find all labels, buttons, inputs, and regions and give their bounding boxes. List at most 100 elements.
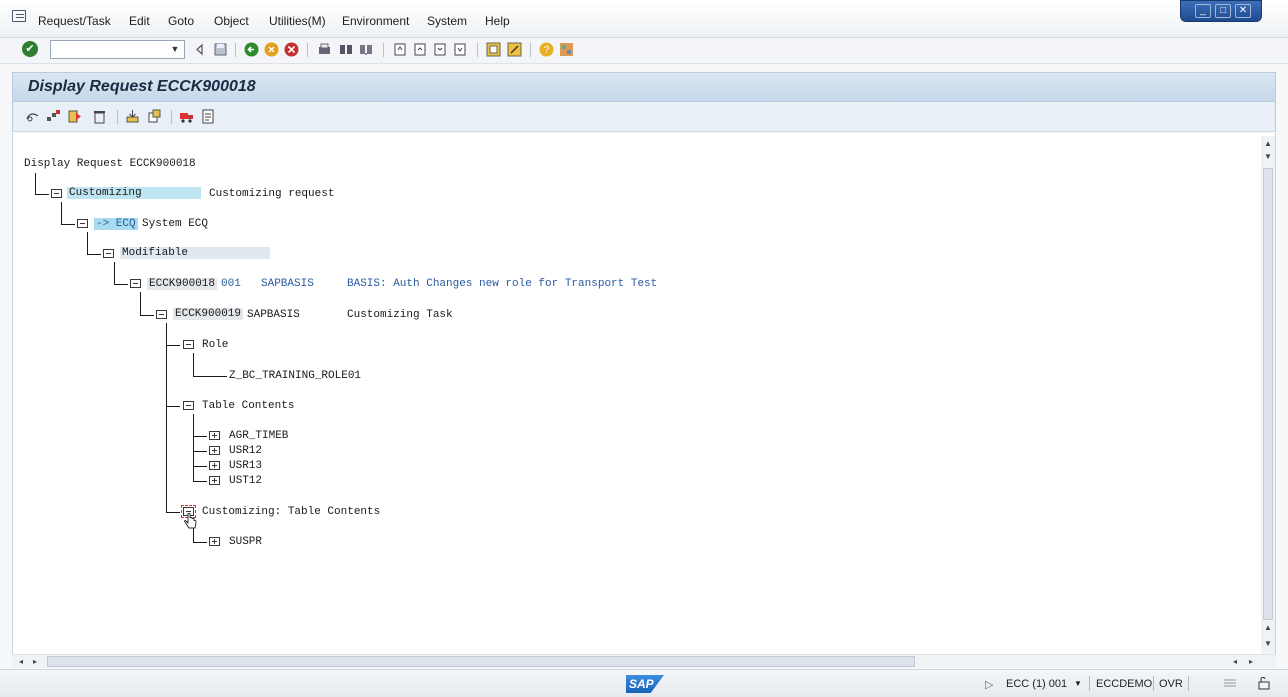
object-list-icon[interactable]: [147, 109, 162, 124]
vertical-scroll-thumb[interactable]: [1263, 168, 1273, 620]
display-change-icon[interactable]: [25, 109, 40, 124]
tree-connector: [35, 194, 49, 195]
previous-page-icon[interactable]: [412, 41, 429, 58]
hand-cursor-icon: [184, 513, 197, 529]
menu-request-task[interactable]: Request/Task: [38, 14, 111, 30]
tree-connector: [193, 376, 227, 377]
expand-node-icon[interactable]: [209, 461, 220, 470]
menu-utilities[interactable]: Utilities(M): [269, 14, 326, 30]
tree-node-customizing[interactable]: Customizing: [67, 187, 201, 199]
tree-node-task-id[interactable]: ECCK900019: [173, 308, 244, 320]
expand-node-icon[interactable]: [209, 476, 220, 485]
status-expand-icon[interactable]: ▷: [985, 678, 993, 691]
status-system[interactable]: ECC (1) 001: [1006, 678, 1067, 690]
application-toolbar: [12, 102, 1276, 132]
scroll-bottom-icon[interactable]: ▼: [1261, 638, 1275, 650]
expand-node-icon[interactable]: [209, 446, 220, 455]
scroll-right-end-icon[interactable]: ▸: [1244, 656, 1258, 668]
status-mode[interactable]: OVR: [1159, 678, 1183, 690]
collapse-node-icon[interactable]: [183, 401, 194, 410]
menu-icon[interactable]: [12, 10, 26, 22]
tree-root-label: Display Request ECCK900018: [24, 158, 196, 170]
tree-node-request-id[interactable]: ECCK900018: [147, 278, 218, 290]
tree-node-customizing-desc: Customizing request: [209, 188, 335, 200]
scroll-top-icon[interactable]: ▲: [1261, 138, 1275, 150]
find-icon[interactable]: [338, 41, 355, 58]
import-objects-icon[interactable]: [125, 109, 140, 124]
menu-goto[interactable]: Goto: [168, 14, 194, 30]
restore-icon[interactable]: □: [1215, 4, 1231, 18]
print-icon[interactable]: [316, 41, 333, 58]
cancel-icon[interactable]: [283, 41, 300, 58]
tree-connector: [61, 224, 75, 225]
tree-connector: [87, 232, 88, 254]
exit-icon[interactable]: [263, 41, 280, 58]
horizontal-scroll-thumb[interactable]: [47, 656, 915, 667]
menu-edit[interactable]: Edit: [129, 14, 150, 30]
collapse-node-icon[interactable]: [183, 340, 194, 349]
status-divider: [1153, 676, 1154, 691]
minimize-icon[interactable]: _: [1195, 4, 1211, 18]
transport-truck-icon[interactable]: [179, 109, 194, 124]
status-divider: [1089, 676, 1090, 691]
first-page-icon[interactable]: [392, 41, 409, 58]
last-page-icon[interactable]: [452, 41, 469, 58]
status-dropdown-icon[interactable]: ▼: [1074, 679, 1082, 688]
next-page-icon[interactable]: [432, 41, 449, 58]
collapse-node-icon[interactable]: [77, 219, 88, 228]
vertical-scrollbar[interactable]: ▲ ▼ ▲ ▼: [1261, 136, 1275, 656]
scroll-down-icon[interactable]: ▲: [1261, 622, 1275, 634]
page-title: Display Request ECCK900018: [28, 78, 256, 95]
unlock-icon[interactable]: [1256, 675, 1272, 691]
menu-object[interactable]: Object: [214, 14, 249, 30]
tree-connector: [61, 202, 62, 224]
tree-node-target[interactable]: -> ECQ: [94, 218, 138, 230]
scroll-up-icon[interactable]: ▼: [1261, 151, 1275, 163]
menu-help[interactable]: Help: [485, 14, 510, 30]
hierarchy-icon[interactable]: [46, 109, 61, 124]
tree-connector: [166, 512, 180, 513]
tree-node-table-contents[interactable]: Table Contents: [202, 400, 294, 412]
tree-node-role[interactable]: Role: [202, 339, 228, 351]
customize-layout-icon[interactable]: [558, 41, 575, 58]
menu-environment[interactable]: Environment: [342, 14, 409, 30]
documentation-icon[interactable]: [201, 109, 216, 124]
tree-node-cust-table[interactable]: SUSPR: [229, 536, 262, 548]
tree-node-cust-table-contents[interactable]: Customizing: Table Contents: [202, 506, 380, 518]
enter-check-icon[interactable]: ✔: [22, 41, 38, 57]
toolbar-separator: [235, 43, 236, 57]
menu-system[interactable]: System: [427, 14, 467, 30]
tree-node-role-item[interactable]: Z_BC_TRAINING_ROLE01: [229, 370, 361, 382]
command-field[interactable]: [50, 40, 185, 59]
back-icon[interactable]: [243, 41, 260, 58]
expand-history-icon[interactable]: [192, 41, 209, 58]
expand-node-icon[interactable]: [209, 431, 220, 440]
scroll-left-icon[interactable]: ◂: [14, 656, 28, 668]
new-session-icon[interactable]: [485, 41, 502, 58]
release-icon[interactable]: [68, 109, 83, 124]
save-icon[interactable]: [212, 41, 229, 58]
help-icon[interactable]: ?: [538, 41, 555, 58]
layout-menu-icon[interactable]: [1222, 676, 1238, 690]
scroll-right-icon[interactable]: ▸: [28, 656, 42, 668]
tree-node-table[interactable]: UST12: [229, 475, 262, 487]
collapse-node-icon[interactable]: [156, 310, 167, 319]
horizontal-scrollbar[interactable]: ◂ ▸ ◂ ▸: [12, 654, 1276, 668]
collapse-node-icon[interactable]: [51, 189, 62, 198]
tree-connector: [166, 406, 180, 407]
delete-icon[interactable]: [92, 109, 107, 124]
collapse-node-icon[interactable]: [130, 279, 141, 288]
tree-node-table[interactable]: AGR_TIMEB: [229, 430, 288, 442]
expand-node-icon[interactable]: [209, 537, 220, 546]
tree-connector: [193, 451, 207, 452]
collapse-node-icon[interactable]: [103, 249, 114, 258]
command-dropdown-icon[interactable]: ▼: [168, 41, 182, 58]
tree-node-table[interactable]: USR12: [229, 445, 262, 457]
find-next-icon[interactable]: [358, 41, 375, 58]
close-icon[interactable]: ✕: [1235, 4, 1251, 18]
scroll-left-end-icon[interactable]: ◂: [1228, 656, 1242, 668]
tree-node-table[interactable]: USR13: [229, 460, 262, 472]
shortcut-icon[interactable]: [506, 41, 523, 58]
toolbar-separator: [117, 110, 118, 124]
tree-node-modifiable[interactable]: Modifiable: [120, 247, 270, 259]
